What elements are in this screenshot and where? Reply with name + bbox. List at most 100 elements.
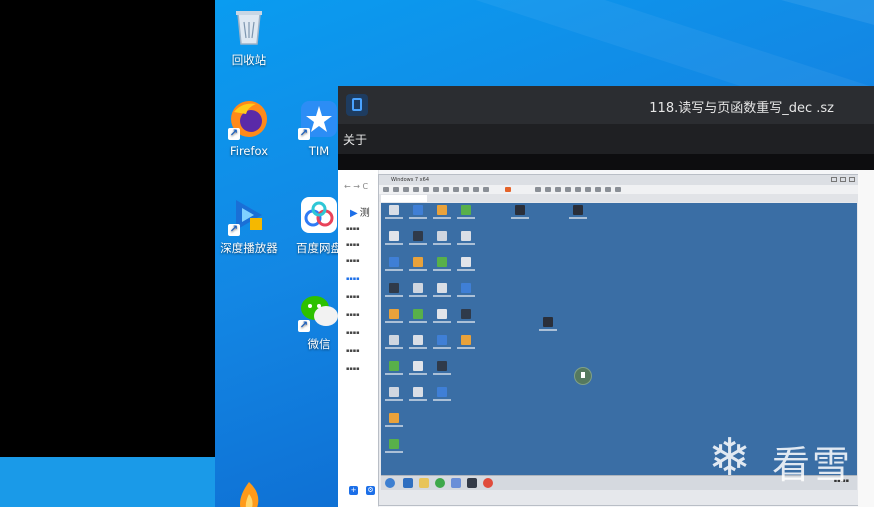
toolbar-icon[interactable]	[453, 187, 459, 192]
sidebar-item[interactable]: ▪▪▪▪	[346, 312, 376, 322]
desktop-icon-label: 回收站	[231, 53, 267, 67]
vm-desktop-icon[interactable]	[455, 205, 477, 219]
vm-desktop-icon[interactable]	[407, 309, 429, 323]
vm-desktop-icon[interactable]	[455, 257, 477, 271]
vm-desktop-icon[interactable]	[383, 205, 405, 219]
menu-item-about[interactable]: 关于	[343, 131, 367, 148]
toolbar-icon[interactable]	[483, 187, 489, 192]
vm-desktop-icon[interactable]	[431, 231, 453, 245]
maximize-icon[interactable]	[840, 177, 846, 182]
sidebar-item[interactable]: ▪▪▪▪	[346, 366, 376, 376]
taskbar-app-icon[interactable]	[483, 478, 493, 488]
taskbar-app-icon[interactable]	[467, 478, 477, 488]
taskbar-app-icon[interactable]	[403, 478, 413, 488]
desktop-icon-partial[interactable]	[217, 478, 281, 507]
desktop-icon-label: 深度播放器	[220, 241, 278, 255]
vm-desktop-icon[interactable]	[455, 283, 477, 297]
vm-desktop-icon[interactable]	[407, 387, 429, 401]
vm-desktop-icon[interactable]	[383, 231, 405, 245]
vm-desktop-icon[interactable]	[455, 335, 477, 349]
vm-desktop-icon[interactable]	[383, 309, 405, 323]
inner-sidebar: ← → C ▶ 测 ▪▪▪▪ ▪▪▪▪ ▪▪▪▪ ▪▪▪▪ ▪▪▪▪ ▪▪▪▪ ▪…	[338, 170, 379, 507]
vm-desktop-icon[interactable]	[383, 361, 405, 375]
vm-desktop-icon[interactable]	[431, 257, 453, 271]
vm-desktop-icon[interactable]	[407, 257, 429, 271]
sidebar-item[interactable]: ▪▪▪▪	[346, 226, 376, 236]
vm-desktop-icon[interactable]	[431, 335, 453, 349]
vm-desktop-icon[interactable]	[383, 439, 405, 453]
vm-desktop-icon[interactable]	[509, 205, 531, 219]
firefox-icon: ↗	[228, 98, 270, 140]
toolbar-icon[interactable]	[463, 187, 469, 192]
vm-desktop-icon[interactable]	[455, 231, 477, 245]
watermark-text: 看雪	[772, 443, 853, 487]
vm-tab-row	[379, 194, 859, 202]
add-button-icon[interactable]: +	[349, 486, 358, 495]
start-button-icon[interactable]	[385, 478, 395, 488]
toolbar-icon[interactable]	[575, 187, 581, 192]
vm-title-bar: Windows 7 x64	[379, 175, 859, 185]
browser-nav-buttons[interactable]: ← → C	[344, 182, 368, 191]
vm-desktop-icon[interactable]	[383, 257, 405, 271]
vm-desktop-icon[interactable]	[567, 205, 589, 219]
desktop-icon-firefox[interactable]: ↗ Firefox	[217, 98, 281, 158]
toolbar-icon[interactable]	[393, 187, 399, 192]
vm-desktop-icon[interactable]	[383, 335, 405, 349]
toolbar-icon[interactable]	[595, 187, 601, 192]
toolbar-icon[interactable]	[555, 187, 561, 192]
vm-desktop-icon[interactable]	[383, 413, 405, 427]
inner-logo: ▶ 测	[350, 208, 370, 219]
toolbar-icon[interactable]	[433, 187, 439, 192]
toolbar-icon[interactable]	[545, 187, 551, 192]
vm-desktop-icon[interactable]	[431, 387, 453, 401]
toolbar-icon[interactable]	[565, 187, 571, 192]
vm-desktop-icon[interactable]	[455, 309, 477, 323]
vm-desktop-icon[interactable]	[431, 309, 453, 323]
toolbar-icon[interactable]	[473, 187, 479, 192]
desktop-icon-deepin-player[interactable]: ↗ 深度播放器	[217, 194, 281, 256]
player-icon: ↗	[228, 194, 270, 236]
flame-app-icon	[228, 478, 270, 507]
vm-desktop-icon[interactable]	[407, 335, 429, 349]
toolbar-icon[interactable]	[423, 187, 429, 192]
toolbar-icon[interactable]	[505, 187, 511, 192]
taskbar-app-icon[interactable]	[451, 478, 461, 488]
vm-desktop-icon[interactable]	[383, 387, 405, 401]
vm-title: Windows 7 x64	[391, 177, 430, 183]
sidebar-item[interactable]: ▪▪▪▪	[346, 348, 376, 358]
toolbar-icon[interactable]	[585, 187, 591, 192]
vm-desktop-icon[interactable]	[407, 231, 429, 245]
toolbar-icon[interactable]	[403, 187, 409, 192]
recycle-bin-icon	[228, 6, 270, 48]
taskbar-app-icon[interactable]	[419, 478, 429, 488]
vm-desktop-icon[interactable]	[407, 205, 429, 219]
close-icon[interactable]	[849, 177, 855, 182]
toolbar-icon[interactable]	[443, 187, 449, 192]
vm-desktop-icon[interactable]	[431, 205, 453, 219]
taskbar-app-icon[interactable]	[435, 478, 445, 488]
sidebar-item[interactable]: ▪▪▪▪	[346, 258, 376, 268]
desktop-icon-label: Firefox	[229, 144, 269, 158]
tim-icon: ↗	[298, 98, 340, 140]
settings-button-icon[interactable]: ⚙	[366, 486, 375, 495]
toolbar-icon[interactable]	[383, 187, 389, 192]
sidebar-item[interactable]: ▪▪▪▪	[346, 242, 376, 252]
vm-desktop-icon[interactable]	[431, 361, 453, 375]
vm-desktop-icon[interactable]	[431, 283, 453, 297]
vm-desktop-icon[interactable]	[407, 283, 429, 297]
app-title-bar[interactable]: 118.读写与页函数重写_dec .sz	[338, 86, 874, 124]
vm-desktop-icon[interactable]	[537, 317, 559, 331]
vm-desktop-icon[interactable]	[383, 283, 405, 297]
toolbar-icon[interactable]	[615, 187, 621, 192]
desktop-icon-recycle-bin[interactable]: 回收站	[217, 6, 281, 68]
sidebar-item-active[interactable]: ▪▪▪▪	[346, 276, 376, 286]
toolbar-icon[interactable]	[605, 187, 611, 192]
sidebar-item[interactable]: ▪▪▪▪	[346, 330, 376, 340]
desktop-edge	[0, 457, 215, 507]
vm-tab[interactable]	[381, 195, 427, 202]
sidebar-item[interactable]: ▪▪▪▪	[346, 294, 376, 304]
toolbar-icon[interactable]	[413, 187, 419, 192]
toolbar-icon[interactable]	[535, 187, 541, 192]
minimize-icon[interactable]	[831, 177, 837, 182]
vm-desktop-icon[interactable]	[407, 361, 429, 375]
